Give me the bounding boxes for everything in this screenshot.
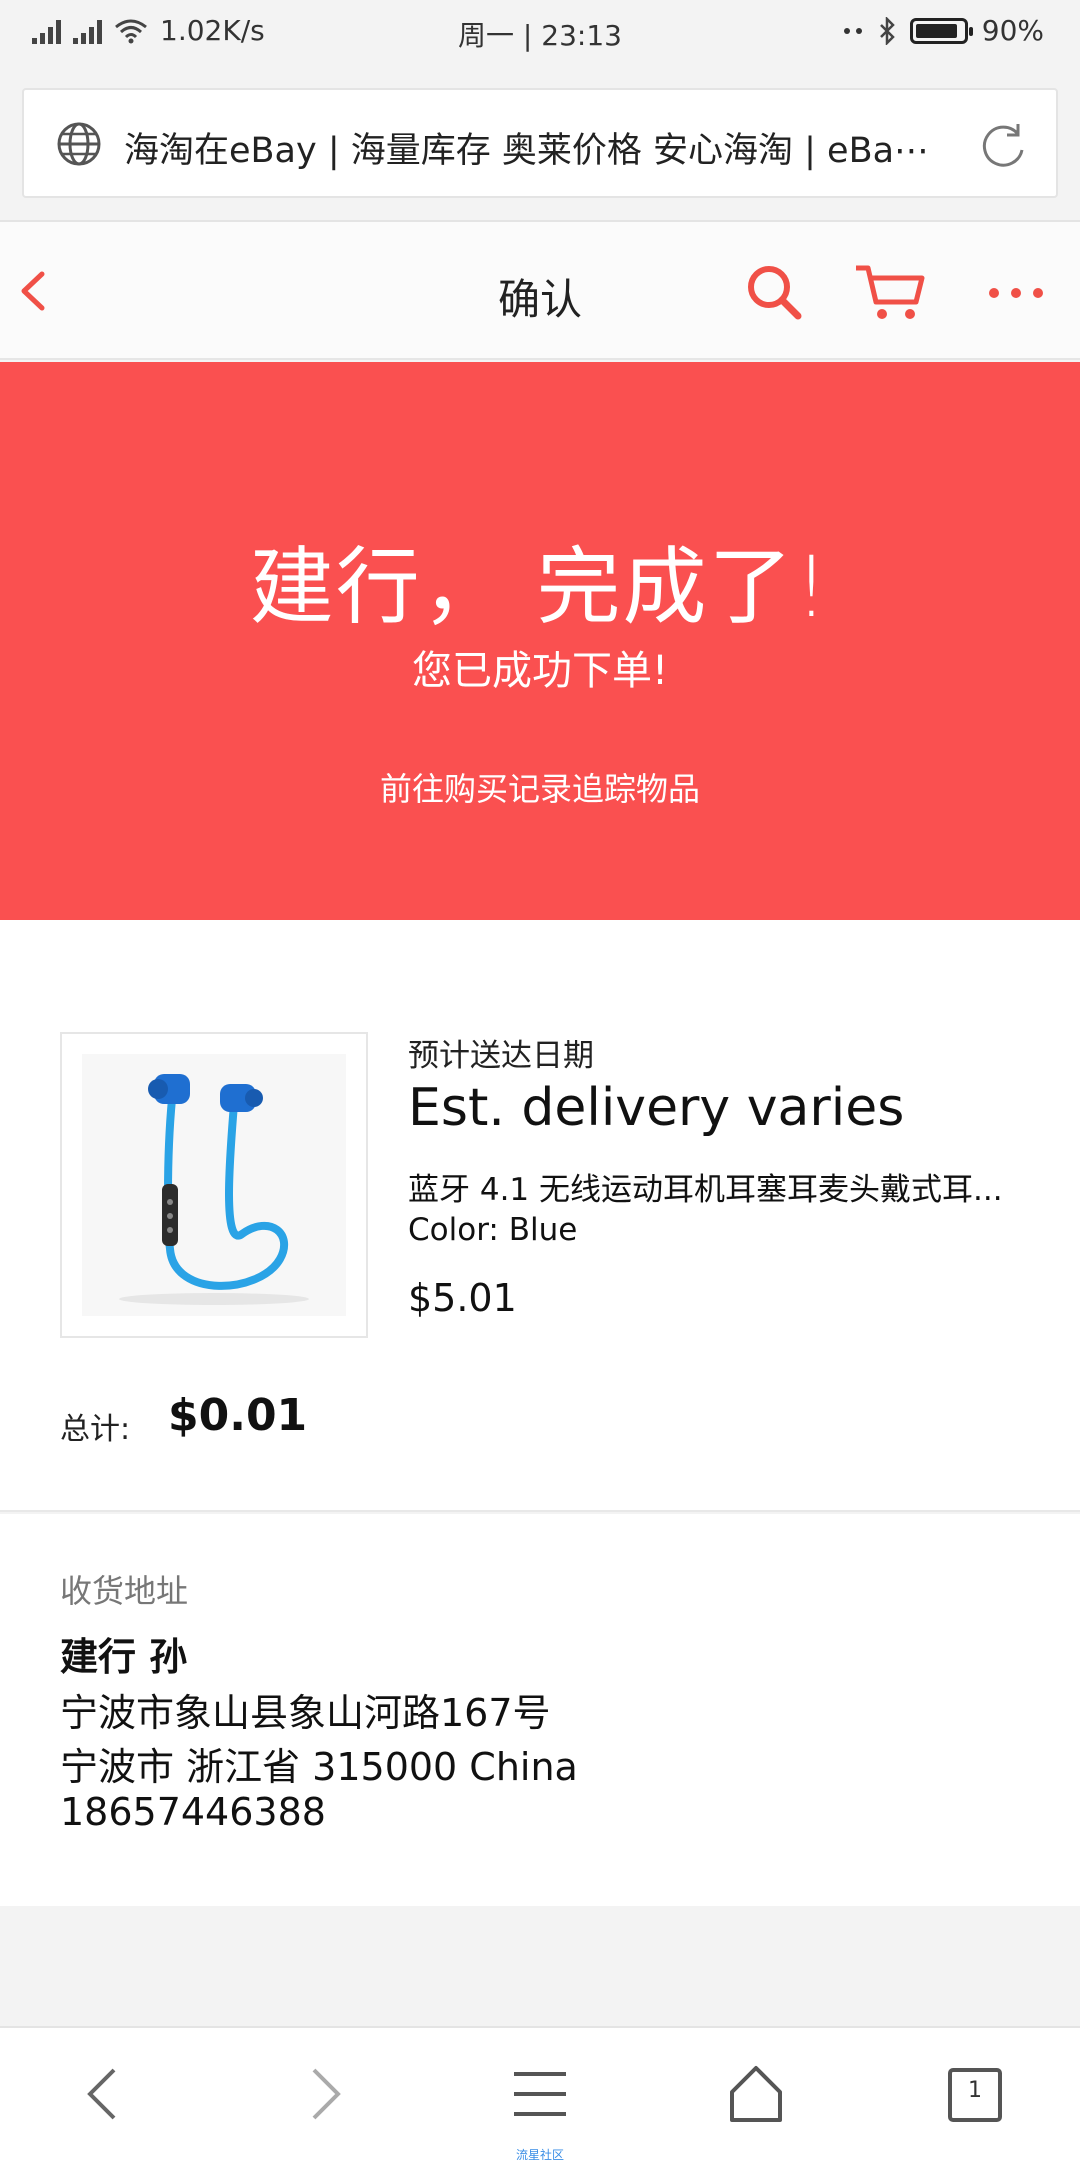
reload-icon[interactable] [978,120,1028,170]
nav-caption: 流星社区 [515,2148,564,2160]
earphones-image [119,1074,309,1305]
forward-icon[interactable] [290,2062,354,2126]
shipping-address: 收货地址 建行 孙 宁波市象山县象山河路167号 宁波市 浙江省 315000 … [0,1514,1080,1906]
menu-icon[interactable] [508,2062,572,2126]
battery-percent: 90% [981,14,1044,47]
shipping-address-heading: 收货地址 [60,1572,189,1610]
est-delivery-value: Est. delivery varies [408,1078,905,1138]
product-color: Color: Blue [408,1212,578,1248]
dots-icon [843,27,862,34]
address-line-2: 宁波市 浙江省 315000 China [60,1745,578,1789]
tabs-icon[interactable]: 1 [944,2062,1008,2126]
product-name[interactable]: 蓝牙 4.1 无线运动耳机耳塞耳麦头戴式耳... [408,1164,1008,1209]
order-summary: 预计送达日期 Est. delivery varies 蓝牙 4.1 无线运动耳… [0,920,1080,1512]
est-delivery-label: 预计送达日期 [408,1038,594,1074]
confirmation-banner: 建行， 完成了! 您已成功下单! 前往购买记录追踪物品 [0,362,1080,920]
total-value: $0.01 [168,1390,308,1441]
back-icon[interactable] [74,2062,138,2126]
status-bar: 1.02K/s 周一 | 23:13 90% [0,0,1080,66]
page-title-text[interactable]: 海淘在eBay | 海量库存 奥莱价格 安心海淘 | eBa⋯ [124,122,964,173]
address-bar[interactable]: 海淘在eBay | 海量库存 奥莱价格 安心海淘 | eBa⋯ [22,88,1058,198]
confirmation-title: 建行， 完成了! [249,538,831,636]
confirmation-subtitle: 您已成功下单! [411,648,669,694]
total-label: 总计: [60,1412,131,1447]
app-header: 确认 [0,220,1080,360]
globe-icon [57,122,101,166]
home-icon[interactable] [724,2062,788,2126]
product-price: $5.01 [408,1276,517,1320]
search-icon[interactable] [742,260,806,324]
cart-icon[interactable] [852,260,928,324]
recipient-phone: 18657446388 [60,1790,326,1834]
product-image[interactable] [60,1032,368,1338]
recipient-name: 建行 孙 [60,1635,188,1679]
tab-count: 1 [968,2078,982,2103]
bluetooth-icon [879,16,895,45]
track-purchases-link[interactable]: 前往购买记录追踪物品 [0,764,1080,810]
battery-icon [909,17,973,44]
browser-bottom-nav: 1 流星社区 [0,2026,1080,2160]
more-icon[interactable] [986,260,1046,324]
address-line-1: 宁波市象山县象山河路167号 [60,1691,551,1735]
